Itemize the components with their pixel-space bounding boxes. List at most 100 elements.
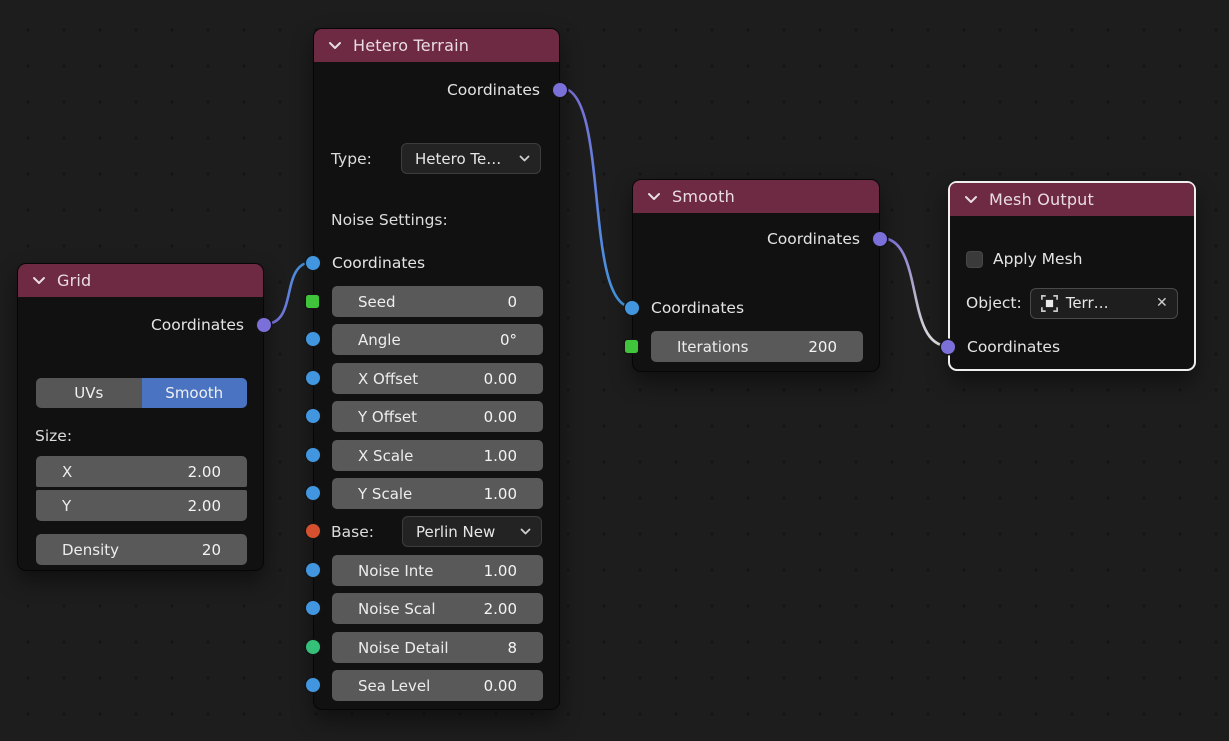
- output-row: Coordinates: [767, 227, 860, 251]
- field-value: 20: [202, 541, 221, 559]
- socket-x-scale-input[interactable]: [306, 448, 320, 462]
- field-label: Y Scale: [358, 485, 412, 503]
- mode-toggle: UVs Smooth: [36, 378, 247, 408]
- node-title: Mesh Output: [989, 190, 1094, 209]
- wire-smooth-to-meshoutput[interactable]: [881, 238, 948, 346]
- socket-coordinates-input[interactable]: [941, 340, 955, 354]
- socket-base-input[interactable]: [306, 524, 320, 538]
- socket-iterations-input[interactable]: [625, 340, 638, 353]
- apply-mesh-checkbox[interactable]: [966, 251, 983, 268]
- field-label: X: [62, 463, 72, 481]
- wire-grid-to-heteroterrain[interactable]: [265, 262, 313, 324]
- field-angle[interactable]: Angle 0°: [332, 324, 543, 355]
- socket-coordinates-input[interactable]: [306, 256, 320, 270]
- mesh-object-icon: [1040, 294, 1059, 313]
- socket-x-offset-input[interactable]: [306, 371, 320, 385]
- node-title: Grid: [57, 271, 91, 290]
- type-dropdown-value: Hetero Te…: [415, 150, 501, 168]
- field-seed[interactable]: Seed 0: [332, 286, 543, 317]
- collapse-chevron-icon[interactable]: [32, 276, 46, 285]
- socket-coordinates-input[interactable]: [625, 301, 639, 315]
- socket-noise-scale-input[interactable]: [306, 601, 320, 615]
- field-label: Noise Scal: [358, 600, 436, 618]
- base-dropdown[interactable]: Perlin New: [402, 516, 542, 547]
- field-value: 8: [507, 639, 517, 657]
- socket-coordinates-output[interactable]: [553, 83, 567, 97]
- noise-settings-label: Noise Settings:: [331, 208, 448, 232]
- node-smooth-header[interactable]: Smooth: [633, 180, 879, 213]
- base-dropdown-value: Perlin New: [416, 523, 495, 541]
- input-row-coordinates: Coordinates: [651, 296, 744, 320]
- field-value: 1.00: [484, 485, 517, 503]
- wire-heteroterrain-to-smooth[interactable]: [561, 88, 632, 307]
- field-value: 2.00: [188, 497, 221, 515]
- type-dropdown[interactable]: Hetero Te…: [401, 143, 541, 174]
- field-value: 0.00: [484, 370, 517, 388]
- socket-noise-detail-input[interactable]: [306, 640, 320, 654]
- node-mesh-output[interactable]: Mesh Output Apply Mesh Object: Terr… ✕ C…: [948, 181, 1196, 371]
- field-value: 2.00: [188, 463, 221, 481]
- field-label: X Scale: [358, 447, 413, 465]
- field-x[interactable]: X 2.00: [36, 456, 247, 487]
- collapse-chevron-icon[interactable]: [647, 192, 661, 201]
- object-field[interactable]: Terr… ✕: [1030, 288, 1178, 319]
- socket-angle-input[interactable]: [306, 332, 320, 346]
- apply-mesh-row: Apply Mesh: [966, 246, 1083, 272]
- field-density[interactable]: Density 20: [36, 534, 247, 565]
- field-label: X Offset: [358, 370, 418, 388]
- smooth-button[interactable]: Smooth: [142, 378, 248, 408]
- socket-noise-intensity-input[interactable]: [306, 563, 320, 577]
- clear-object-icon[interactable]: ✕: [1156, 295, 1168, 311]
- field-noise-scale[interactable]: Noise Scal 2.00: [332, 593, 543, 624]
- output-row: Coordinates: [447, 78, 540, 102]
- field-label: Noise Inte: [358, 562, 433, 580]
- apply-mesh-label: Apply Mesh: [993, 250, 1083, 268]
- field-label: Seed: [358, 293, 396, 311]
- socket-y-scale-input[interactable]: [306, 486, 320, 500]
- node-grid-header[interactable]: Grid: [18, 264, 263, 297]
- object-label: Object:: [966, 294, 1022, 312]
- socket-coordinates-output[interactable]: [873, 232, 887, 246]
- input-row-coordinates: Coordinates: [967, 335, 1060, 359]
- node-hetero-terrain-header[interactable]: Hetero Terrain: [314, 29, 559, 62]
- type-label: Type:: [331, 147, 372, 171]
- size-section-label: Size:: [35, 424, 72, 448]
- node-smooth[interactable]: Smooth Coordinates Coordinates Iteration…: [632, 179, 880, 372]
- output-label: Coordinates: [767, 230, 860, 248]
- field-label: Y Offset: [358, 408, 417, 426]
- field-y[interactable]: Y 2.00: [36, 490, 247, 521]
- node-mesh-output-header[interactable]: Mesh Output: [950, 183, 1194, 216]
- node-grid[interactable]: Grid Coordinates UVs Smooth Size: X 2.00…: [17, 263, 264, 571]
- field-label: Noise Detail: [358, 639, 449, 657]
- field-noise-intensity[interactable]: Noise Inte 1.00: [332, 555, 543, 586]
- input-label: Coordinates: [967, 338, 1060, 356]
- node-title: Smooth: [672, 187, 735, 206]
- uvs-button[interactable]: UVs: [36, 378, 142, 408]
- object-value: Terr…: [1066, 294, 1109, 312]
- field-label: Y: [62, 497, 71, 515]
- output-label: Coordinates: [447, 81, 540, 99]
- field-x-offset[interactable]: X Offset 0.00: [332, 363, 543, 394]
- socket-y-offset-input[interactable]: [306, 409, 320, 423]
- node-editor-background[interactable]: Grid Coordinates UVs Smooth Size: X 2.00…: [0, 0, 1229, 741]
- object-row: Object: Terr… ✕: [966, 287, 1178, 319]
- output-row: Coordinates: [151, 313, 244, 337]
- field-label: Density: [62, 541, 119, 559]
- output-label: Coordinates: [151, 316, 244, 334]
- node-title: Hetero Terrain: [353, 36, 469, 55]
- collapse-chevron-icon[interactable]: [964, 195, 978, 204]
- socket-seed-input[interactable]: [306, 295, 319, 308]
- socket-sea-level-input[interactable]: [306, 678, 320, 692]
- node-hetero-terrain[interactable]: Hetero Terrain Coordinates Type: Hetero …: [313, 28, 560, 710]
- field-value: 0°: [500, 331, 517, 349]
- field-value: 0: [507, 293, 517, 311]
- field-noise-detail[interactable]: Noise Detail 8: [332, 632, 543, 663]
- field-iterations[interactable]: Iterations 200: [651, 331, 863, 362]
- field-y-offset[interactable]: Y Offset 0.00: [332, 401, 543, 432]
- input-row-coordinates: Coordinates: [332, 251, 425, 275]
- field-x-scale[interactable]: X Scale 1.00: [332, 440, 543, 471]
- field-y-scale[interactable]: Y Scale 1.00: [332, 478, 543, 509]
- collapse-chevron-icon[interactable]: [328, 41, 342, 50]
- socket-coordinates-output[interactable]: [257, 318, 271, 332]
- field-sea-level[interactable]: Sea Level 0.00: [332, 670, 543, 701]
